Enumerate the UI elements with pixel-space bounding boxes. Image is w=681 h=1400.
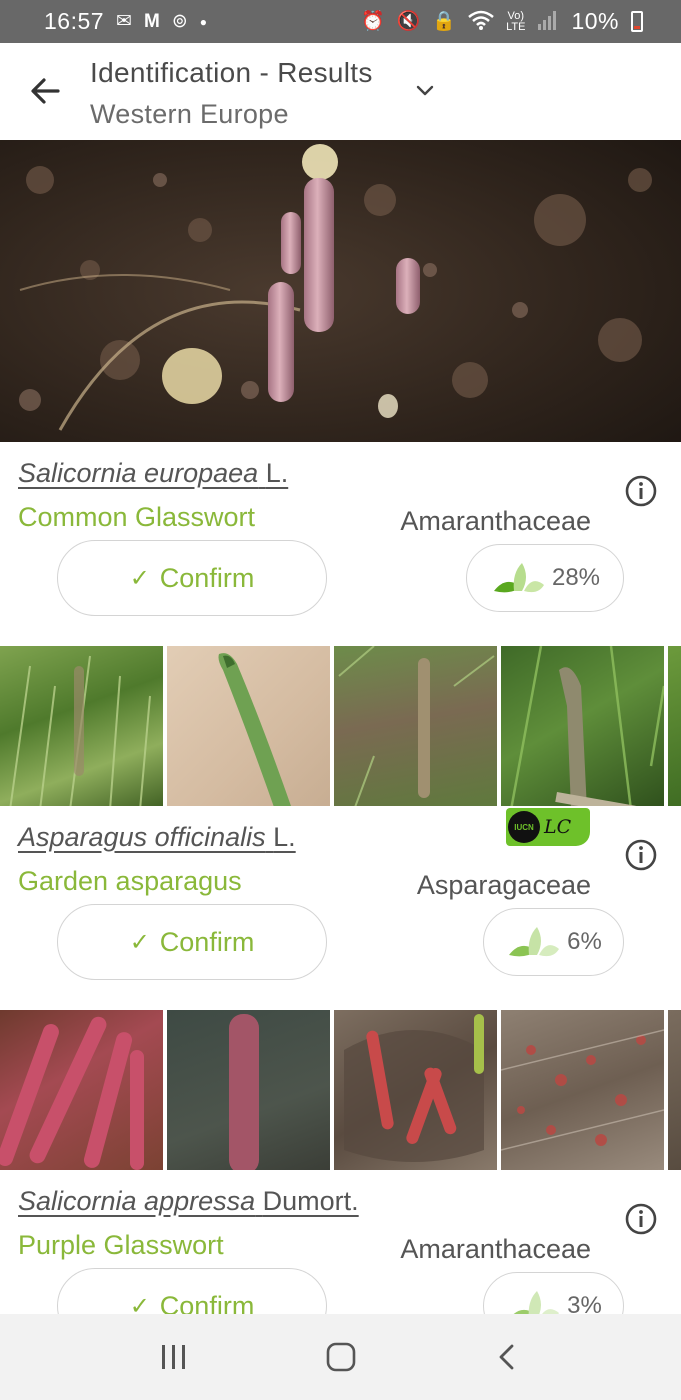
scientific-name: Salicornia appressa bbox=[18, 1186, 256, 1216]
info-icon bbox=[625, 1203, 657, 1235]
family-name: Asparagaceae bbox=[416, 870, 591, 900]
common-name: Purple Glasswort bbox=[18, 1230, 224, 1260]
confirm-button[interactable]: ✓ Confirm bbox=[57, 540, 327, 616]
mute-icon: 🔇 bbox=[396, 11, 421, 32]
family-name: Amaranthaceae bbox=[400, 1234, 591, 1264]
score-value: 3% bbox=[567, 1292, 602, 1314]
signal-icon bbox=[537, 10, 559, 34]
info-button[interactable] bbox=[624, 474, 658, 508]
score-value: 28% bbox=[551, 564, 601, 591]
alarm-icon: ⏰ bbox=[361, 11, 385, 32]
result-card[interactable]: Salicornia appressa Dumort. Purple Glass… bbox=[0, 1170, 681, 1314]
chevron-down-icon[interactable] bbox=[414, 79, 436, 101]
volte-icon: Vo) LTE bbox=[506, 9, 526, 33]
iucn-status-badge[interactable]: IUCN LC bbox=[506, 808, 590, 846]
battery-percent: 10% bbox=[571, 8, 619, 34]
author-name: L. bbox=[265, 458, 289, 488]
confirm-label: Confirm bbox=[159, 926, 255, 957]
score-badge: 28% bbox=[466, 544, 624, 612]
leaf-score-icon bbox=[493, 563, 544, 593]
scientific-name-link[interactable]: Asparagus officinalis L. bbox=[18, 822, 296, 853]
score-badge: 3% bbox=[483, 1272, 624, 1314]
region-selector-label[interactable]: Western Europe bbox=[90, 99, 289, 130]
reference-photo[interactable] bbox=[501, 646, 664, 810]
wifi-icon bbox=[468, 10, 494, 34]
status-bar: 16:57 ✉ M ⊚ ● ⏰ 🔇 🔒 Vo) LTE 10% bbox=[0, 0, 681, 43]
page-title: Identification - Results bbox=[90, 57, 373, 88]
photo-strip[interactable] bbox=[0, 1010, 681, 1174]
iucn-logo-icon: IUCN bbox=[508, 811, 540, 843]
checkmark-icon: ✓ bbox=[129, 1292, 150, 1315]
info-icon bbox=[625, 475, 657, 507]
result-card[interactable]: Asparagus officinalis L. IUCN LC Garden … bbox=[0, 806, 681, 1010]
confirm-button[interactable]: ✓ Confirm bbox=[57, 1268, 327, 1314]
app-bar: Identification - Results Western Europe bbox=[0, 43, 681, 140]
status-time: 16:57 bbox=[44, 8, 105, 34]
author-name: L. bbox=[273, 822, 296, 852]
score-value: 6% bbox=[567, 928, 602, 955]
back-arrow-button[interactable] bbox=[26, 71, 66, 111]
reference-photo[interactable] bbox=[668, 646, 681, 810]
confirm-button[interactable]: ✓ Confirm bbox=[57, 904, 327, 980]
info-button[interactable] bbox=[624, 838, 658, 872]
home-icon bbox=[326, 1342, 355, 1372]
common-name: Garden asparagus bbox=[18, 866, 242, 896]
recent-apps-button[interactable] bbox=[154, 1337, 194, 1377]
reference-photo[interactable] bbox=[167, 1010, 330, 1174]
lock-icon: 🔒 bbox=[432, 11, 457, 32]
reference-photo[interactable] bbox=[334, 646, 497, 810]
photo-strip[interactable] bbox=[0, 646, 681, 810]
reference-photo[interactable] bbox=[501, 1010, 664, 1174]
scientific-name: Salicornia europaea bbox=[18, 458, 259, 488]
author-name: Dumort. bbox=[262, 1186, 359, 1216]
gmail-icon: M bbox=[143, 11, 160, 32]
battery-icon bbox=[631, 11, 643, 32]
checkmark-icon: ✓ bbox=[129, 928, 150, 956]
reference-photo[interactable] bbox=[668, 1010, 681, 1174]
common-name: Common Glasswort bbox=[18, 502, 256, 532]
checkmark-icon: ✓ bbox=[129, 564, 150, 592]
reference-photo[interactable] bbox=[0, 1010, 163, 1174]
leaf-score-icon bbox=[509, 927, 560, 957]
leaf-score-icon bbox=[513, 1291, 560, 1314]
network-type: LTE bbox=[506, 20, 526, 33]
confirm-label: Confirm bbox=[159, 562, 255, 593]
result-card[interactable]: Salicornia europaea L. Common Glasswort … bbox=[0, 442, 681, 646]
back-chevron-icon bbox=[499, 1344, 513, 1370]
scientific-name: Asparagus officinalis bbox=[18, 822, 266, 852]
back-arrow-icon bbox=[31, 78, 60, 104]
iucn-status-label: LC bbox=[544, 816, 572, 838]
home-button[interactable] bbox=[321, 1337, 361, 1377]
recent-apps-icon bbox=[161, 1345, 185, 1369]
scientific-name-link[interactable]: Salicornia appressa Dumort. bbox=[18, 1186, 359, 1217]
dot-icon: ● bbox=[199, 14, 207, 29]
system-nav-bar bbox=[0, 1314, 681, 1400]
info-button[interactable] bbox=[624, 1202, 658, 1236]
query-photo[interactable] bbox=[0, 140, 681, 442]
mail-icon: ✉ bbox=[116, 11, 132, 32]
score-badge: 6% bbox=[483, 908, 624, 976]
reference-photo[interactable] bbox=[334, 1010, 497, 1174]
family-name: Amaranthaceae bbox=[400, 506, 591, 536]
info-icon bbox=[625, 839, 657, 871]
sync-icon: ⊚ bbox=[171, 11, 188, 32]
system-back-button[interactable] bbox=[488, 1337, 528, 1377]
confirm-label: Confirm bbox=[159, 1290, 255, 1315]
reference-photo[interactable] bbox=[0, 646, 163, 810]
reference-photo[interactable] bbox=[167, 646, 330, 810]
scientific-name-link[interactable]: Salicornia europaea L. bbox=[18, 458, 288, 489]
